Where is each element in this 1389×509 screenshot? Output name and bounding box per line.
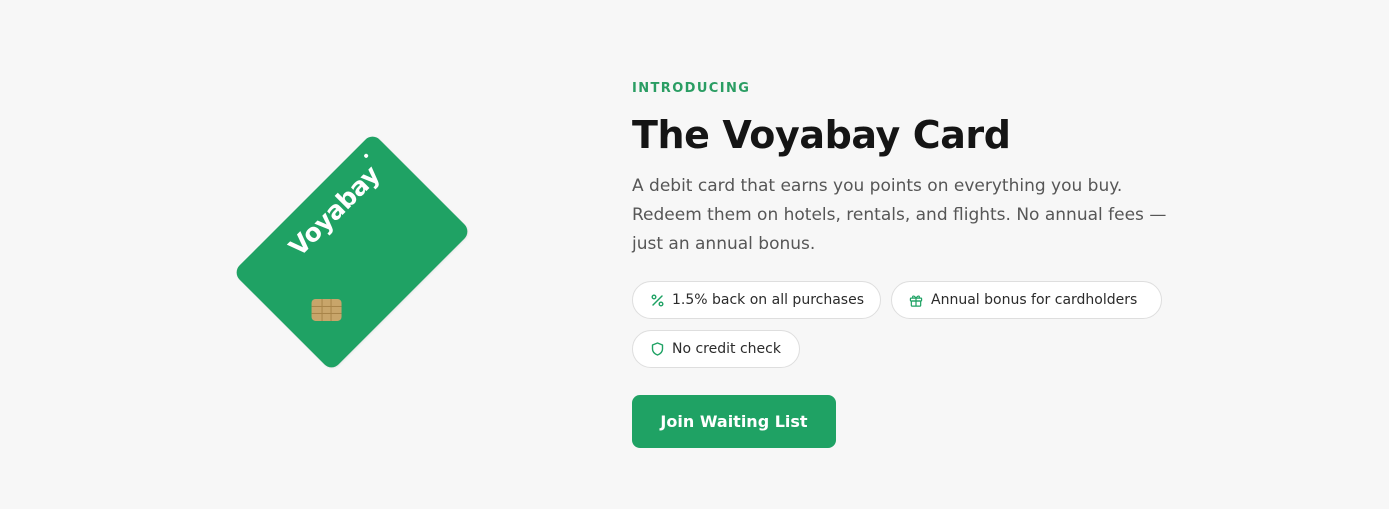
join-waiting-list-button[interactable]: Join Waiting List [632,395,836,448]
chip-contact-line [330,298,332,321]
hero-content: INTRODUCING The Voyabay Card A debit car… [632,80,1192,371]
shield-icon [650,342,664,356]
chip-contact-line [311,305,342,307]
feature-label: No credit check [672,341,781,357]
feature-label: Annual bonus for cardholders [931,292,1138,308]
feature-pill-no-credit-check: No credit check [632,330,800,368]
chip-contact-line [311,312,342,314]
card-illustration: Voyabay [232,132,472,372]
card-registered-mark [363,153,369,159]
card-brand-logo: Voyabay [283,159,386,262]
card-chip-icon [311,298,342,321]
percent-icon [650,293,664,307]
feature-list: 1.5% back on all purchases Annual bonus … [632,281,1192,371]
gift-icon [909,293,923,307]
page-title: The Voyabay Card [632,113,1011,157]
eyebrow-label: INTRODUCING [632,81,751,96]
chip-contact-line [321,298,323,321]
feature-pill-cashback: 1.5% back on all purchases [632,281,881,319]
feature-label: 1.5% back on all purchases [672,292,864,308]
voyabay-card: Voyabay [232,132,472,372]
feature-pill-annual-bonus: Annual bonus for cardholders [891,281,1162,319]
hero-description: A debit card that earns you points on ev… [632,176,1167,254]
